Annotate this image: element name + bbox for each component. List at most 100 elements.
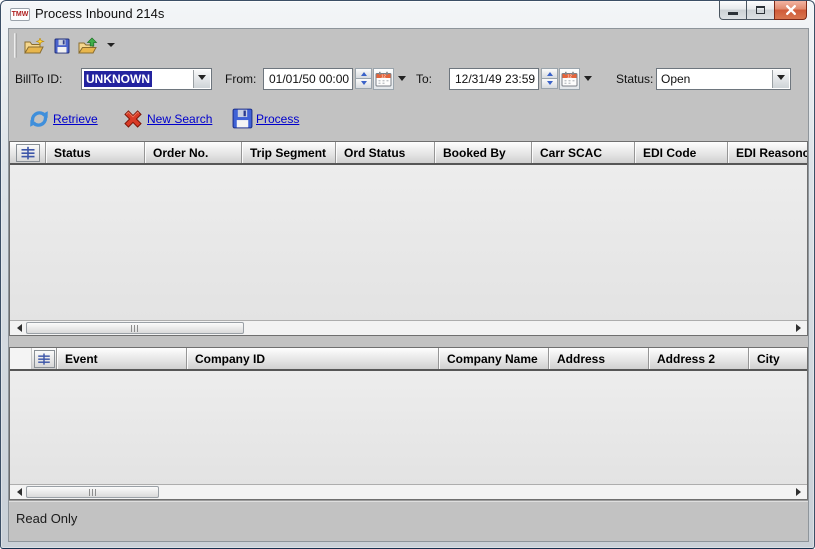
field-chooser-button[interactable] xyxy=(15,143,40,162)
svg-text:12: 12 xyxy=(381,73,386,78)
column-header-order-no-[interactable]: Order No. xyxy=(145,142,242,163)
billto-combobox[interactable]: UNKNOWN xyxy=(81,68,212,90)
status-combobox[interactable]: Open xyxy=(656,68,791,90)
toolbar-grip[interactable] xyxy=(14,33,17,58)
new-search-button[interactable]: New Search xyxy=(121,107,212,131)
new-button[interactable] xyxy=(21,33,47,59)
save-disk-icon xyxy=(232,108,253,129)
status-bar: Read Only xyxy=(9,500,808,541)
to-calendar-button[interactable]: 12 xyxy=(559,68,580,90)
column-header-status[interactable]: Status xyxy=(46,142,145,163)
to-label: To: xyxy=(416,72,433,86)
triangle-up-icon xyxy=(360,69,367,76)
from-calendar-dropdown-arrow[interactable] xyxy=(398,76,406,85)
billto-dropdown-button[interactable] xyxy=(193,70,210,88)
toolbar-overflow-arrow[interactable] xyxy=(107,43,115,51)
triangle-down-icon xyxy=(360,81,367,88)
save-icon xyxy=(54,38,70,54)
column-header-address-2[interactable]: Address 2 xyxy=(649,348,749,369)
calendar-icon: 12 xyxy=(375,71,392,87)
scrollbar-thumb[interactable] xyxy=(26,486,159,498)
grip-dots-icon xyxy=(131,325,139,332)
save-button[interactable] xyxy=(49,33,75,59)
column-header-trip-segment[interactable]: Trip Segment xyxy=(242,142,336,163)
chevron-down-icon xyxy=(198,74,206,84)
column-header-ord-status[interactable]: Ord Status xyxy=(336,142,435,163)
client-area: BillTo ID: UNKNOWN From: 01/01/50 00:00 … xyxy=(8,28,809,542)
action-bar: Retrieve New Search Process xyxy=(9,105,808,135)
app-icon: TMW xyxy=(10,8,30,21)
scrollbar-thumb[interactable] xyxy=(26,322,244,334)
status-text: Read Only xyxy=(16,511,78,526)
from-date-spinner xyxy=(355,68,372,90)
column-chooser-cell xyxy=(32,348,57,369)
toolbar xyxy=(9,29,808,62)
column-header-city[interactable]: City xyxy=(749,348,807,369)
restore-icon xyxy=(756,6,765,14)
chevron-down-icon xyxy=(777,74,785,84)
svg-text:12: 12 xyxy=(567,73,572,78)
cancel-x-icon xyxy=(124,110,142,128)
process-label: Process xyxy=(256,111,300,126)
retrieve-button[interactable]: Retrieve xyxy=(27,107,98,131)
close-icon xyxy=(785,5,796,15)
status-dropdown-button[interactable] xyxy=(772,70,789,88)
scroll-right-button[interactable] xyxy=(793,485,807,499)
column-header-carr-scac[interactable]: Carr SCAC xyxy=(532,142,635,163)
triangle-up-icon xyxy=(546,69,553,76)
events-grid-header: Event Company ID Company Name Address Addres… xyxy=(10,348,807,371)
new-search-label: New Search xyxy=(147,112,213,126)
process-button[interactable]: Process xyxy=(231,107,299,130)
orders-grid-hscrollbar[interactable] xyxy=(10,320,807,335)
spin-down-button[interactable] xyxy=(541,78,558,89)
orders-grid: Status Order No. Trip Segment Ord Status Boo… xyxy=(9,141,808,336)
triangle-left-icon xyxy=(13,324,22,332)
retrieve-label: Retrieve xyxy=(53,112,98,126)
minimize-icon xyxy=(728,11,738,15)
restore-button[interactable] xyxy=(746,1,775,20)
field-chooser-button[interactable] xyxy=(33,349,55,368)
export-button[interactable] xyxy=(75,33,101,59)
window: TMW Process Inbound 214s BillTo ID: UNKN… xyxy=(0,0,815,549)
window-controls xyxy=(719,1,807,20)
billto-value: UNKNOWN xyxy=(84,71,152,87)
filter-bar: BillTo ID: UNKNOWN From: 01/01/50 00:00 … xyxy=(9,67,808,95)
triangle-down-icon xyxy=(546,81,553,88)
orders-grid-body[interactable] xyxy=(10,165,807,320)
field-chooser-icon xyxy=(38,352,50,365)
triangle-left-icon xyxy=(13,488,22,496)
column-header-booked-by[interactable]: Booked By xyxy=(435,142,532,163)
refresh-icon xyxy=(30,111,48,127)
status-value: Open xyxy=(661,72,691,86)
window-title: Process Inbound 214s xyxy=(35,6,165,21)
column-header-company-id[interactable]: Company ID xyxy=(187,348,439,369)
column-chooser-cell xyxy=(10,142,46,163)
title-bar[interactable]: TMW Process Inbound 214s xyxy=(1,1,814,28)
from-date-input[interactable]: 01/01/50 00:00 xyxy=(263,68,353,90)
field-chooser-icon xyxy=(21,146,34,159)
scroll-left-button[interactable] xyxy=(10,485,24,499)
column-header-edi-code[interactable]: EDI Code xyxy=(635,142,728,163)
column-header-edi-reasoncode[interactable]: EDI Reasoncode xyxy=(728,142,807,163)
to-date-spinner xyxy=(541,68,558,90)
to-calendar-dropdown-arrow[interactable] xyxy=(584,76,592,85)
spin-down-button[interactable] xyxy=(355,78,372,89)
events-grid-hscrollbar[interactable] xyxy=(10,484,807,499)
from-label: From: xyxy=(225,72,257,86)
minimize-button[interactable] xyxy=(719,1,747,20)
events-grid-body[interactable] xyxy=(10,371,807,484)
orders-grid-header: Status Order No. Trip Segment Ord Status Boo… xyxy=(10,142,807,165)
column-header-company-name[interactable]: Company Name xyxy=(439,348,549,369)
column-header-event[interactable]: Event xyxy=(57,348,187,369)
close-button[interactable] xyxy=(774,1,807,20)
status-label: Status: xyxy=(616,72,654,86)
scroll-right-button[interactable] xyxy=(793,321,807,335)
triangle-right-icon xyxy=(795,324,805,332)
column-header-address[interactable]: Address xyxy=(549,348,649,369)
from-calendar-button[interactable]: 12 xyxy=(373,68,394,90)
to-date-input[interactable]: 12/31/49 23:59 xyxy=(449,68,539,90)
triangle-right-icon xyxy=(795,488,805,496)
scroll-left-button[interactable] xyxy=(10,321,24,335)
row-indent-cell xyxy=(10,348,32,369)
calendar-icon: 12 xyxy=(561,71,578,87)
